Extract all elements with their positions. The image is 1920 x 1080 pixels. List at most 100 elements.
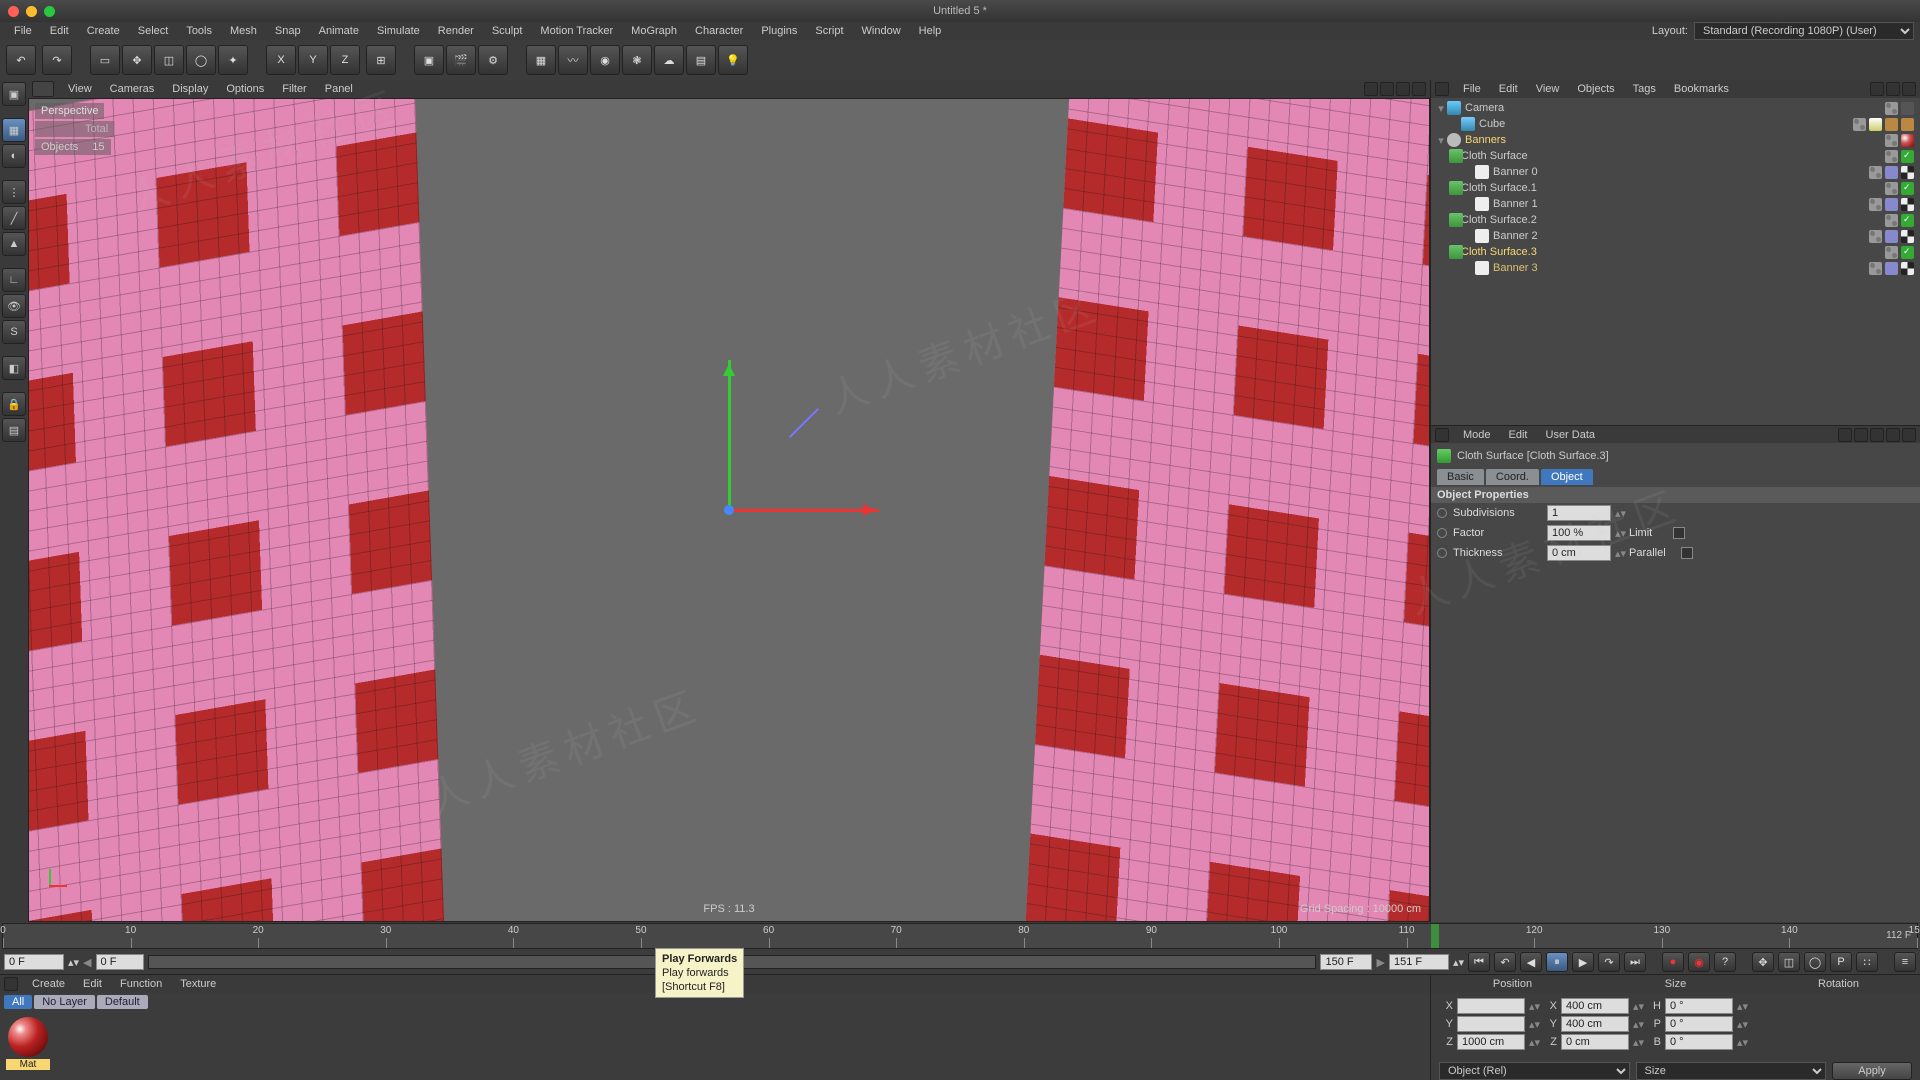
enable-toggle[interactable]: [1901, 246, 1914, 259]
visibility-toggle[interactable]: [1885, 182, 1898, 195]
step-forward-button[interactable]: ▶: [1572, 952, 1594, 972]
rot-h-field[interactable]: [1665, 998, 1733, 1014]
gizmo-z-axis[interactable]: [789, 408, 819, 438]
key-rot-button[interactable]: ◯: [1804, 952, 1826, 972]
am-new-icon[interactable]: [1902, 428, 1916, 442]
om-edit[interactable]: Edit: [1491, 81, 1526, 97]
material-tag[interactable]: [1901, 134, 1914, 147]
goto-nextkey-button[interactable]: ↷: [1598, 952, 1620, 972]
menu-mograph[interactable]: MoGraph: [623, 23, 685, 39]
menu-create[interactable]: Create: [79, 23, 128, 39]
visibility-toggle[interactable]: [1885, 134, 1898, 147]
node-b0[interactable]: Banner 0: [1431, 164, 1920, 180]
model-mode-button[interactable]: ▦: [2, 118, 26, 142]
mat-icon[interactable]: [4, 977, 18, 991]
timeline-ruler[interactable]: 112 F 0102030405060708090100110120130140…: [2, 923, 1918, 949]
cloth-tag[interactable]: [1885, 230, 1898, 243]
enable-toggle[interactable]: [1901, 150, 1914, 163]
tab-basic[interactable]: Basic: [1437, 469, 1484, 485]
menu-window[interactable]: Window: [854, 23, 909, 39]
range-end-field[interactable]: [1389, 954, 1449, 970]
axis-x-button[interactable]: X: [266, 45, 296, 75]
viewport-icon[interactable]: [32, 81, 54, 97]
pan-icon[interactable]: [1364, 82, 1378, 96]
axis-y-button[interactable]: Y: [298, 45, 328, 75]
menu-render[interactable]: Render: [430, 23, 482, 39]
goto-prevkey-button[interactable]: ↶: [1494, 952, 1516, 972]
rot-b-field[interactable]: [1665, 1034, 1733, 1050]
apply-button[interactable]: Apply: [1832, 1062, 1912, 1080]
scale-tool[interactable]: ◫: [154, 45, 184, 75]
node-cs1[interactable]: ▾Cloth Surface.1: [1431, 180, 1920, 196]
menu-mesh[interactable]: Mesh: [222, 23, 265, 39]
size-y-field[interactable]: [1561, 1016, 1629, 1032]
preview-start-field[interactable]: [96, 954, 144, 970]
uvw-tag[interactable]: [1901, 262, 1914, 275]
layout-select[interactable]: Standard (Recording 1080P) (User): [1694, 22, 1914, 40]
record-button[interactable]: ●: [1662, 952, 1684, 972]
visibility-toggle[interactable]: [1885, 214, 1898, 227]
uvw-tag[interactable]: [1901, 166, 1914, 179]
pos-y-field[interactable]: [1457, 1016, 1525, 1032]
render-view-button[interactable]: ▣: [414, 45, 444, 75]
menu-script[interactable]: Script: [807, 23, 851, 39]
am-icon[interactable]: [1435, 428, 1449, 442]
key-pos-button[interactable]: ✥: [1752, 952, 1774, 972]
visibility-toggle[interactable]: [1869, 198, 1882, 211]
material-item[interactable]: Mat: [6, 1017, 50, 1070]
menu-help[interactable]: Help: [911, 23, 950, 39]
menu-select[interactable]: Select: [130, 23, 177, 39]
node-camera[interactable]: ▾Camera: [1431, 100, 1920, 116]
menu-animate[interactable]: Animate: [311, 23, 367, 39]
camera-view-toggle[interactable]: [1901, 102, 1914, 115]
visibility-toggle[interactable]: [1869, 230, 1882, 243]
viewport-solo-button[interactable]: 👁: [2, 294, 26, 318]
keyframe-sel-button[interactable]: ?: [1714, 952, 1736, 972]
am-up-icon[interactable]: [1854, 428, 1868, 442]
goto-end-button[interactable]: ⏭: [1624, 952, 1646, 972]
size-z-field[interactable]: [1561, 1034, 1629, 1050]
add-camera-button[interactable]: ▤: [686, 45, 716, 75]
om-bookmarks[interactable]: Bookmarks: [1666, 81, 1737, 97]
tag-xpresso[interactable]: [1885, 118, 1898, 131]
thickness-field[interactable]: [1547, 545, 1611, 561]
am-lock-icon[interactable]: [1886, 428, 1900, 442]
material-area[interactable]: Mat: [0, 1011, 1430, 1080]
size-x-field[interactable]: [1561, 998, 1629, 1014]
object-manager-tree[interactable]: ▾Camera Cube ▾Banners ▾Cloth Surface Ban…: [1431, 98, 1920, 425]
node-b1[interactable]: Banner 1: [1431, 196, 1920, 212]
workplane-button[interactable]: ◧: [2, 356, 26, 380]
spinner-icon[interactable]: ▴▾: [1615, 507, 1625, 520]
view-view[interactable]: View: [60, 81, 100, 97]
axis-mode-button[interactable]: ∟: [2, 268, 26, 292]
add-cube-button[interactable]: ▦: [526, 45, 556, 75]
minimize-icon[interactable]: [26, 6, 37, 17]
enable-toggle[interactable]: [1901, 214, 1914, 227]
autokey-button[interactable]: ◉: [1688, 952, 1710, 972]
menu-sculpt[interactable]: Sculpt: [484, 23, 531, 39]
visibility-toggle[interactable]: [1869, 166, 1882, 179]
menu-motiontracker[interactable]: Motion Tracker: [532, 23, 621, 39]
maximize-icon[interactable]: [44, 6, 55, 17]
om-icon[interactable]: [1435, 82, 1449, 96]
gizmo-y-axis[interactable]: [728, 360, 731, 510]
om-objects[interactable]: Objects: [1569, 81, 1622, 97]
visibility-toggle[interactable]: [1853, 118, 1866, 131]
subdivisions-field[interactable]: [1547, 505, 1611, 521]
visibility-toggle[interactable]: [1885, 246, 1898, 259]
render-pv-button[interactable]: 🎬: [446, 45, 476, 75]
viewport[interactable]: Perspective Total Objects 15 FPS : 11.3 …: [28, 98, 1430, 922]
mat-function[interactable]: Function: [112, 976, 170, 992]
zoom-icon[interactable]: [1380, 82, 1394, 96]
menu-character[interactable]: Character: [687, 23, 751, 39]
anim-dot[interactable]: [1437, 548, 1447, 558]
redo-button[interactable]: ↷: [42, 45, 72, 75]
select-tool[interactable]: ▭: [90, 45, 120, 75]
node-cs0[interactable]: ▾Cloth Surface: [1431, 148, 1920, 164]
am-userdata[interactable]: User Data: [1538, 427, 1604, 443]
om-filter-icon[interactable]: [1886, 82, 1900, 96]
view-display[interactable]: Display: [164, 81, 216, 97]
range-start-field[interactable]: [4, 954, 64, 970]
locked-workplane-button[interactable]: 🔒: [2, 392, 26, 416]
tab-coord[interactable]: Coord.: [1486, 469, 1539, 485]
